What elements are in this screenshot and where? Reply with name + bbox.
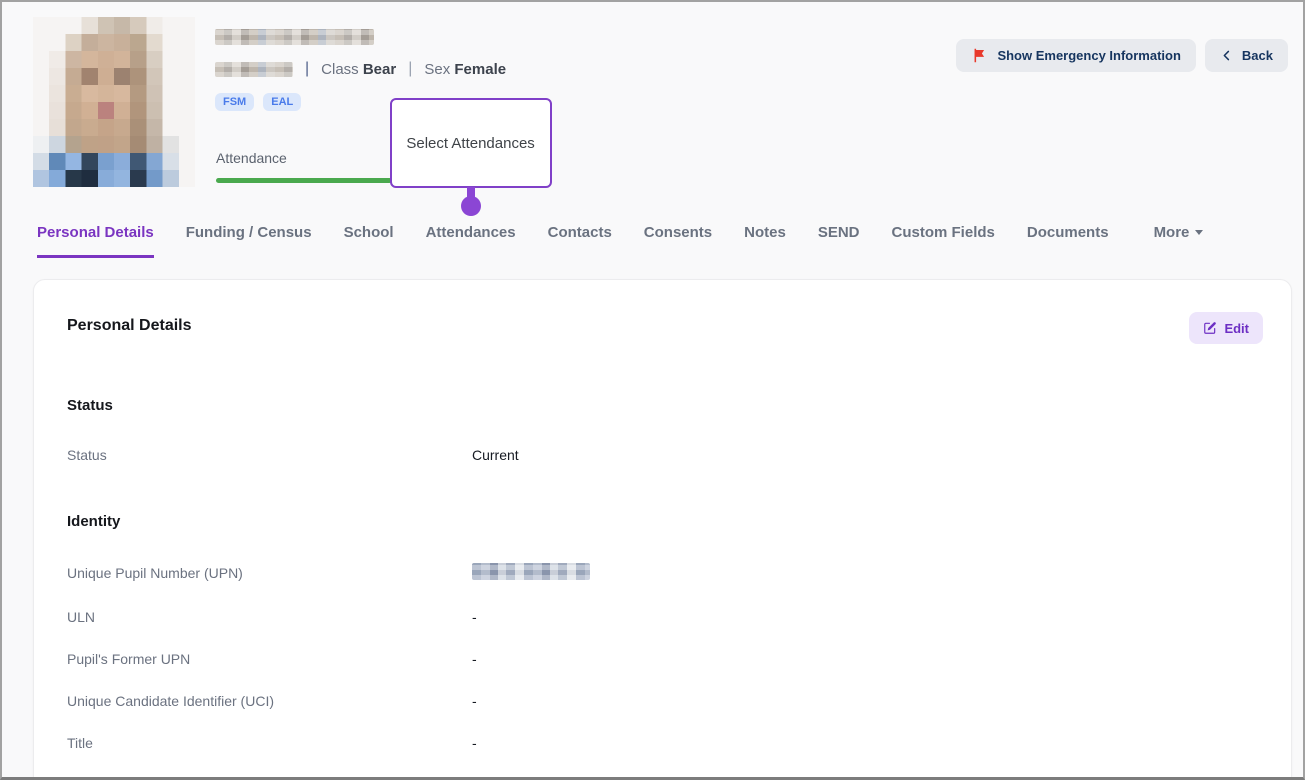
tab-attendances-label: Attendances: [426, 224, 516, 241]
tab-documents[interactable]: Documents: [1027, 200, 1109, 258]
attendance-label: Attendance: [216, 150, 392, 166]
chevron-left-icon: [1220, 49, 1233, 62]
profile-tabs: Personal Details Funding / Census School…: [37, 200, 1303, 258]
pupil-badges: FSM EAL: [215, 93, 301, 111]
pupil-dob-redacted: [215, 62, 293, 77]
identity-rows: Unique Pupil Number (UPN) ULN - Pupil's …: [67, 550, 1263, 764]
class-label: Class: [321, 61, 359, 78]
section-heading-status: Status: [67, 397, 1263, 414]
tab-consents[interactable]: Consents: [644, 200, 712, 258]
sex-info: Sex Female: [424, 61, 506, 78]
tab-funding-census[interactable]: Funding / Census: [186, 200, 312, 258]
row-value: -: [472, 735, 1263, 751]
row-value: [472, 563, 1263, 583]
badge-eal: EAL: [263, 93, 301, 111]
row-value: -: [472, 609, 1263, 625]
tab-custom-fields[interactable]: Custom Fields: [892, 200, 995, 258]
table-row: Title -: [67, 722, 1263, 764]
profile-header: | Class Bear | Sex Female FSM EAL Attend…: [2, 2, 1303, 200]
show-emergency-information-label: Show Emergency Information: [997, 48, 1180, 63]
table-row: Unique Pupil Number (UPN): [67, 550, 1263, 596]
attendance-summary: Attendance: [216, 150, 392, 183]
edit-label: Edit: [1224, 321, 1249, 336]
tab-send[interactable]: SEND: [818, 200, 860, 258]
pupil-profile-page: | Class Bear | Sex Female FSM EAL Attend…: [0, 0, 1305, 780]
tab-attendances[interactable]: Attendances Select Attendances: [426, 200, 516, 258]
row-label: ULN: [67, 609, 472, 625]
row-value: Current: [472, 447, 1263, 463]
row-value: -: [472, 651, 1263, 667]
attendance-progress-bar: [216, 178, 392, 183]
sex-label: Sex: [424, 61, 450, 78]
back-button[interactable]: Back: [1205, 39, 1288, 72]
chevron-down-icon: [1195, 230, 1203, 235]
row-label: Status: [67, 447, 472, 463]
personal-details-card: Personal Details Edit Status Status Curr…: [33, 279, 1292, 780]
row-label: Title: [67, 735, 472, 751]
card-title: Personal Details: [67, 312, 192, 335]
tab-contacts[interactable]: Contacts: [548, 200, 612, 258]
edit-pencil-icon: [1203, 321, 1217, 335]
sex-value: Female: [454, 61, 506, 78]
pupil-name-redacted: [215, 29, 374, 45]
class-value: Bear: [363, 61, 396, 78]
pupil-info-line: | Class Bear | Sex Female: [215, 60, 506, 78]
table-row: Pupil's Former UPN -: [67, 638, 1263, 680]
divider: |: [408, 60, 412, 78]
tab-more[interactable]: More: [1154, 200, 1204, 258]
flag-icon: [971, 47, 988, 64]
divider: |: [305, 60, 309, 78]
tab-notes[interactable]: Notes: [744, 200, 786, 258]
table-row: Unique Candidate Identifier (UCI) -: [67, 680, 1263, 722]
section-heading-identity: Identity: [67, 513, 1263, 530]
upn-value-redacted: [472, 563, 590, 580]
table-row: ULN -: [67, 596, 1263, 638]
tab-personal-details[interactable]: Personal Details: [37, 200, 154, 258]
row-label: Unique Candidate Identifier (UCI): [67, 693, 472, 709]
class-info: Class Bear: [321, 61, 396, 78]
header-actions: Show Emergency Information Back: [956, 39, 1288, 72]
table-row: Status Current: [67, 434, 1263, 476]
badge-fsm: FSM: [215, 93, 254, 111]
back-label: Back: [1242, 48, 1273, 63]
pupil-photo: [33, 17, 195, 187]
tab-school[interactable]: School: [344, 200, 394, 258]
edit-button[interactable]: Edit: [1189, 312, 1263, 344]
show-emergency-information-button[interactable]: Show Emergency Information: [956, 39, 1195, 72]
row-value: -: [472, 693, 1263, 709]
status-rows: Status Current: [67, 434, 1263, 476]
card-header: Personal Details Edit: [67, 312, 1263, 344]
row-label: Unique Pupil Number (UPN): [67, 565, 472, 581]
row-label: Pupil's Former UPN: [67, 651, 472, 667]
tab-more-label: More: [1154, 224, 1190, 241]
